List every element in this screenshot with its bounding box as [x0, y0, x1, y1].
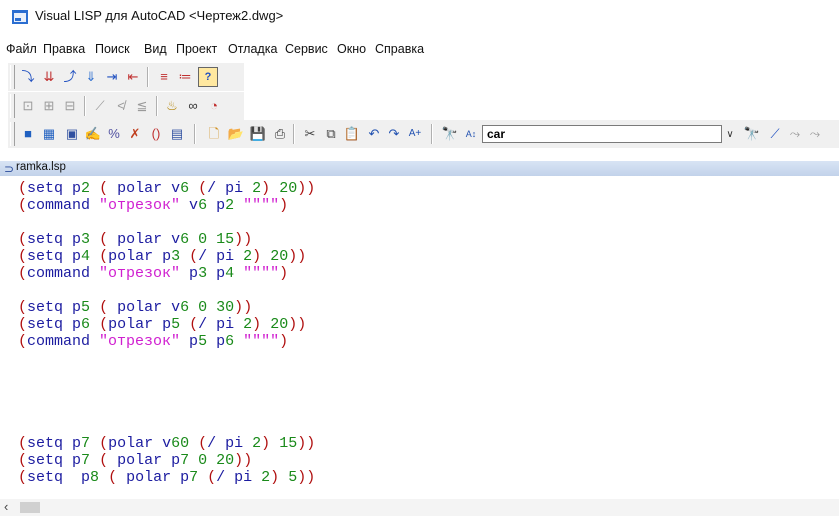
symbol-service-icon[interactable]: ≮	[111, 96, 131, 116]
code-line[interactable]: (setq p7 (polar v60 (/ pi 2) 15))	[18, 435, 315, 453]
lisp-file-icon: ⊃	[4, 162, 15, 176]
code-line[interactable]: (setq p6 (polar p5 (/ pi 2) 20))	[18, 316, 306, 334]
document-tab-label: ramka.lsp	[16, 161, 66, 173]
menu-debug[interactable]: Отладка	[228, 42, 277, 56]
toolbar-standard: ■ ▦ ▣ ✍ % ✗ () ▤ 🗋 📂 💾 ⎙ ✂ ⧉ 📋 ↶ ↷ A+ 🔭 …	[8, 120, 839, 148]
visual-lisp-app-icon	[12, 10, 28, 24]
complete-word-icon[interactable]: A+	[405, 124, 425, 144]
title-bar: Visual LISP для AutoCAD <Чертеж2.dwg>	[0, 0, 839, 34]
apropos-icon[interactable]: ≦	[132, 96, 152, 116]
save-icon[interactable]: 💾	[248, 124, 268, 144]
menu-bar: Файл Правка Поиск Вид Проект Отладка Сер…	[0, 42, 839, 62]
format-edit-icon[interactable]: ✍	[83, 124, 103, 144]
toolbar-grip[interactable]	[10, 65, 15, 89]
search-go-icon[interactable]: 🔭	[742, 124, 762, 144]
code-line[interactable]: (setq p4 (polar p3 (/ pi 2) 20))	[18, 248, 306, 266]
toolbar-debug: ⤵ ⇊ ⤴ ⇓ ⇥ ⇤ ≡ ≔ ?	[8, 63, 244, 91]
uncomment-block-icon[interactable]: ✗	[125, 124, 145, 144]
breakpoint-list-icon[interactable]: ◔	[204, 96, 224, 116]
clear-bookmark-icon[interactable]: ⤳	[805, 124, 825, 144]
watch-window-icon[interactable]: ♨	[162, 96, 182, 116]
step-over-icon[interactable]: ⇊	[39, 67, 59, 87]
trace-icon[interactable]: ⟋	[90, 96, 110, 116]
menu-view[interactable]: Вид	[144, 42, 167, 56]
toolbar-view: ⊡ ⊞ ⊟ ⟋ ≮ ≦ ♨ ∞ ◔	[8, 92, 244, 120]
menu-file[interactable]: Файл	[6, 42, 37, 56]
copy-icon[interactable]: ⧉	[321, 124, 341, 144]
code-line[interactable]: (setq p2 ( polar v6 (/ pi 2) 20))	[18, 180, 315, 198]
load-selection-icon[interactable]: ▦	[39, 124, 59, 144]
inspect-icon[interactable]: ⊟	[60, 96, 80, 116]
print-icon[interactable]: ⎙	[270, 124, 290, 144]
menu-search[interactable]: Поиск	[95, 42, 130, 56]
window-title: Visual LISP для AutoCAD <Чертеж2.dwg>	[35, 8, 284, 23]
toggle-bookmark-icon[interactable]: ⟋	[765, 124, 785, 144]
step-out-icon[interactable]: ⤴	[60, 67, 80, 87]
undo-icon[interactable]: ↶	[364, 124, 384, 144]
quit-icon[interactable]: ⇥	[102, 67, 122, 87]
comment-block-icon[interactable]: %	[104, 124, 124, 144]
toolbar-grip[interactable]	[10, 94, 15, 118]
document-tab[interactable]: ⊃ ramka.lsp	[0, 161, 839, 176]
code-line[interactable]: (setq p8 ( polar p7 (/ pi 2) 5))	[18, 469, 315, 487]
menu-help[interactable]: Справка	[375, 42, 424, 56]
menu-project[interactable]: Проект	[176, 42, 217, 56]
menu-edit[interactable]: Правка	[43, 42, 85, 56]
replace-icon[interactable]: A↕	[461, 124, 481, 144]
toggle-breakpoint-icon[interactable]: ≡	[154, 67, 174, 87]
code-line[interactable]: (setq p5 ( polar v6 0 30))	[18, 299, 252, 317]
continue-icon[interactable]: ⇓	[81, 67, 101, 87]
check-window-icon[interactable]: ▣	[62, 124, 82, 144]
help-icon[interactable]: ▤	[167, 124, 187, 144]
add-watch-icon[interactable]: ≔	[175, 67, 195, 87]
chevron-down-icon[interactable]: ∨	[722, 125, 738, 143]
code-line[interactable]: (command "отрезок" p5 p6 """")	[18, 333, 288, 351]
open-file-icon[interactable]: 📂	[226, 124, 246, 144]
code-line[interactable]: (command "отрезок" v6 p2 """")	[18, 197, 288, 215]
glasses-icon[interactable]: ∞	[183, 96, 203, 116]
toolbar-grip[interactable]	[10, 122, 15, 146]
cut-icon[interactable]: ✂	[300, 124, 320, 144]
menu-tools[interactable]: Сервис	[285, 42, 328, 56]
paste-icon[interactable]: 📋	[342, 124, 362, 144]
scroll-left-arrow-icon[interactable]: ‹	[4, 499, 8, 514]
activate-autocad-icon[interactable]: ⊡	[18, 96, 38, 116]
next-bookmark-icon[interactable]: ⤳	[785, 124, 805, 144]
select-objects-icon[interactable]: ⊞	[39, 96, 59, 116]
step-into-icon[interactable]: ⤵	[18, 67, 38, 87]
horizontal-scrollbar[interactable]: ‹	[0, 499, 839, 516]
last-break-icon[interactable]: ?	[198, 67, 218, 87]
search-input[interactable]: car	[482, 125, 722, 143]
redo-icon[interactable]: ↷	[384, 124, 404, 144]
reset-icon[interactable]: ⇤	[123, 67, 143, 87]
code-line[interactable]: (setq p7 ( polar p7 0 20))	[18, 452, 252, 470]
load-active-window-icon[interactable]: ■	[18, 124, 38, 144]
parentheses-match-icon[interactable]: ()	[146, 124, 166, 144]
scroll-thumb[interactable]	[20, 502, 40, 513]
code-line[interactable]: (command "отрезок" p3 p4 """")	[18, 265, 288, 283]
find-icon[interactable]: 🔭	[440, 124, 460, 144]
code-line[interactable]: (setq p3 ( polar v6 0 15))	[18, 231, 252, 249]
new-file-icon[interactable]: 🗋	[204, 124, 224, 144]
menu-window[interactable]: Окно	[337, 42, 366, 56]
